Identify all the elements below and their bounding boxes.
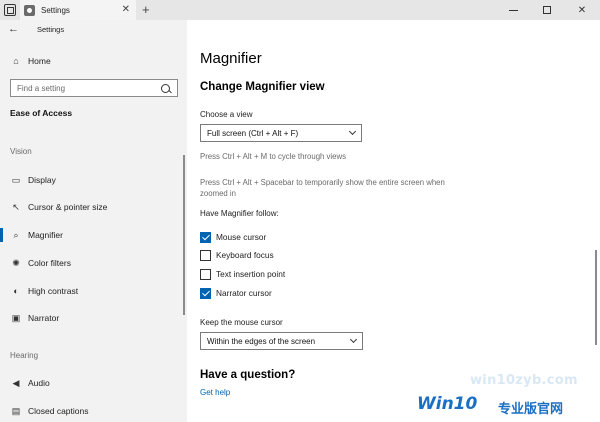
- hint-spacebar: Press Ctrl + Alt + Spacebar to temporari…: [200, 178, 445, 198]
- speaker-icon: ◀: [12, 377, 20, 388]
- sidebar-scrollbar[interactable]: [183, 155, 185, 315]
- minimize-button[interactable]: [496, 0, 530, 20]
- search-box: [10, 79, 178, 97]
- captions-icon: ▤: [11, 405, 21, 416]
- checkbox[interactable]: [200, 287, 211, 299]
- tab-close-icon[interactable]: ✕: [122, 4, 130, 16]
- magnifier-icon: ⌕: [13, 229, 19, 240]
- view-selected: Full screen (Ctrl + Alt + F): [207, 128, 299, 138]
- sidebar-item-label: Closed captions: [28, 406, 89, 416]
- main-content: Magnifier Change Magnifier view Choose a…: [187, 20, 600, 422]
- follow-label: Have Magnifier follow:: [200, 209, 279, 218]
- checkbox-narrator-cursor[interactable]: Narrator cursor: [200, 287, 272, 299]
- sidebar-item-label: Cursor & pointer size: [28, 202, 108, 212]
- sidebar-item-label: High contrast: [28, 286, 79, 296]
- close-button[interactable]: ✕: [565, 0, 599, 20]
- mouse-dropdown[interactable]: Within the edges of the screen: [200, 332, 363, 350]
- checkbox-keyboard-focus[interactable]: Keyboard focus: [200, 249, 274, 261]
- checkbox-label: Text insertion point: [216, 269, 286, 279]
- task-view-icon[interactable]: [4, 4, 16, 16]
- sidebar-item-cursor[interactable]: ↖ Cursor & pointer size: [10, 200, 107, 214]
- watermark-logo: Win10: [417, 394, 478, 414]
- view-dropdown[interactable]: Full screen (Ctrl + Alt + F): [200, 124, 362, 142]
- checkbox[interactable]: [200, 268, 211, 280]
- sidebar-item-label: Audio: [28, 378, 50, 388]
- section-title: Ease of Access: [10, 108, 73, 118]
- watermark-text: 专业版官网: [498, 402, 564, 417]
- sidebar-item-label: Home: [28, 56, 51, 66]
- watermark-url: win10zyb.com: [470, 373, 578, 388]
- contrast-icon: ◐: [13, 286, 19, 296]
- mouse-selected: Within the edges of the screen: [207, 336, 316, 346]
- question-heading: Have a question?: [200, 369, 296, 381]
- checkbox-mouse-cursor[interactable]: Mouse cursor: [200, 231, 266, 243]
- settings-app-icon: [24, 4, 35, 16]
- back-arrow-icon[interactable]: ←: [8, 23, 19, 35]
- chevron-down-icon: [348, 127, 357, 136]
- sidebar-item-label: Narrator: [28, 313, 60, 323]
- sidebar-item-magnifier[interactable]: ⌕ Magnifier: [0, 228, 63, 242]
- group-vision: Vision: [10, 147, 32, 156]
- minimize-icon: [508, 9, 518, 11]
- sidebar-item-label: Color filters: [28, 258, 71, 268]
- maximize-icon: [543, 6, 551, 14]
- section-heading: Change Magnifier view: [200, 81, 325, 93]
- group-hearing: Hearing: [10, 351, 39, 360]
- display-icon: ▭: [11, 174, 21, 185]
- pointer-icon: ↖: [12, 201, 20, 212]
- tab-settings[interactable]: Settings ✕: [20, 0, 136, 20]
- new-tab-icon[interactable]: +: [142, 2, 150, 18]
- mouse-label: Keep the mouse cursor: [200, 318, 283, 327]
- search-input[interactable]: [11, 83, 161, 93]
- page-title: Magnifier: [200, 50, 262, 67]
- tab-title: Settings: [41, 5, 70, 15]
- hint-cycle-views: Press Ctrl + Alt + M to cycle through vi…: [200, 152, 347, 161]
- sidebar-item-narrator[interactable]: ▣ Narrator: [10, 311, 59, 325]
- get-help-link[interactable]: Get help: [200, 388, 230, 397]
- app-title: Settings: [37, 25, 65, 34]
- close-icon: ✕: [577, 4, 587, 16]
- sidebar-item-closed-captions[interactable]: ▤ Closed captions: [10, 404, 89, 418]
- checkbox-label: Mouse cursor: [216, 232, 267, 242]
- sidebar-item-high-contrast[interactable]: ◐ High contrast: [10, 284, 78, 298]
- home-icon: ⌂: [13, 56, 19, 66]
- checkbox-label: Narrator cursor: [216, 288, 272, 298]
- sidebar-item-label: Display: [28, 175, 56, 185]
- checkbox-text-insertion[interactable]: Text insertion point: [200, 268, 285, 280]
- sidebar-item-home[interactable]: ⌂ Home: [10, 56, 51, 66]
- maximize-button[interactable]: [530, 0, 564, 20]
- color-filters-icon: ✺: [12, 257, 20, 268]
- checkbox-label: Keyboard focus: [216, 250, 274, 260]
- view-label: Choose a view: [200, 110, 253, 119]
- main-scrollbar[interactable]: [595, 250, 597, 345]
- checkbox[interactable]: [200, 249, 211, 261]
- narrator-icon: ▣: [11, 312, 21, 323]
- sidebar-item-display[interactable]: ▭ Display: [10, 173, 56, 187]
- chevron-down-icon: [349, 335, 358, 344]
- checkbox[interactable]: [200, 231, 211, 243]
- sidebar-item-audio[interactable]: ◀ Audio: [10, 376, 50, 390]
- sidebar: ← Settings ⌂ Home Ease of Access Vision …: [0, 20, 187, 422]
- search-icon[interactable]: [161, 83, 170, 93]
- title-bar: Settings ✕ + ✕: [0, 0, 600, 20]
- sidebar-item-label: Magnifier: [28, 230, 63, 240]
- sidebar-item-color-filters[interactable]: ✺ Color filters: [10, 256, 71, 270]
